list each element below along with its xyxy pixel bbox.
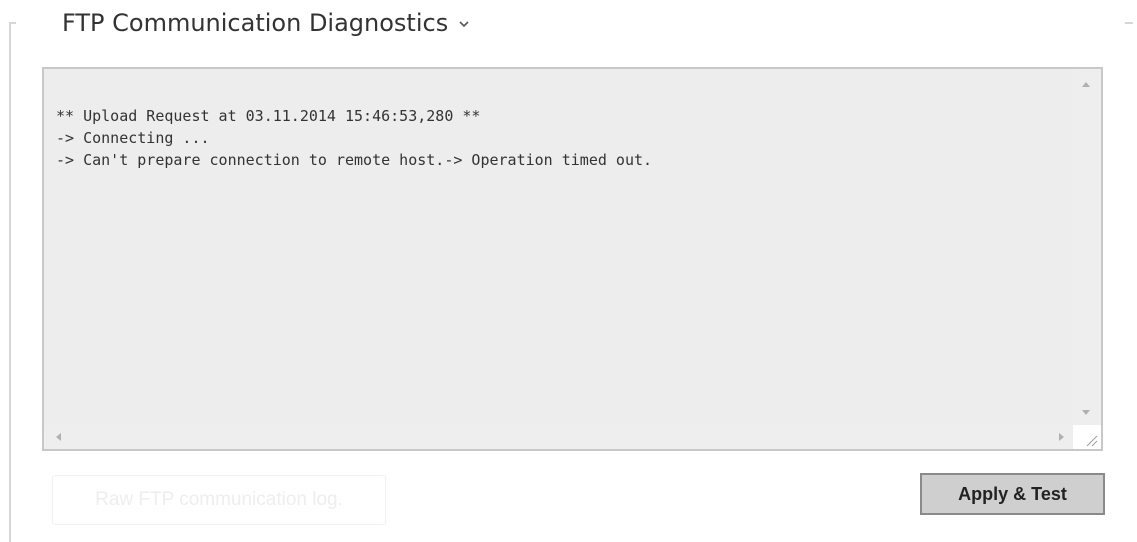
log-line: -> Can't prepare connection to remote ho…	[56, 151, 653, 169]
vertical-scrollbar[interactable]	[1073, 69, 1101, 427]
section-header[interactable]: FTP Communication Diagnostics	[62, 3, 470, 43]
arrow-left-icon[interactable]	[56, 433, 61, 441]
arrow-right-icon[interactable]	[1059, 433, 1064, 441]
horizontal-scrollbar[interactable]	[44, 425, 1074, 449]
ftp-log-content: ** Upload Request at 03.11.2014 15:46:53…	[56, 105, 1071, 171]
arrow-down-icon[interactable]	[1082, 410, 1090, 415]
section-bracket-left	[9, 22, 11, 542]
resize-handle[interactable]	[1073, 425, 1101, 449]
chevron-down-icon[interactable]	[458, 18, 470, 30]
section-bracket-right-top	[1125, 22, 1133, 24]
apply-test-button[interactable]: Apply & Test	[920, 473, 1105, 515]
log-line: ** Upload Request at 03.11.2014 15:46:53…	[56, 107, 481, 125]
log-line: -> Connecting ...	[56, 129, 210, 147]
raw-ftp-log-button[interactable]: Raw FTP communication log.	[52, 475, 386, 525]
resize-grip-icon	[1086, 435, 1098, 447]
ftp-log-textarea[interactable]: ** Upload Request at 03.11.2014 15:46:53…	[42, 67, 1103, 451]
section-bracket-left-top	[9, 22, 16, 24]
section-title: FTP Communication Diagnostics	[62, 9, 449, 37]
arrow-up-icon[interactable]	[1082, 82, 1090, 87]
